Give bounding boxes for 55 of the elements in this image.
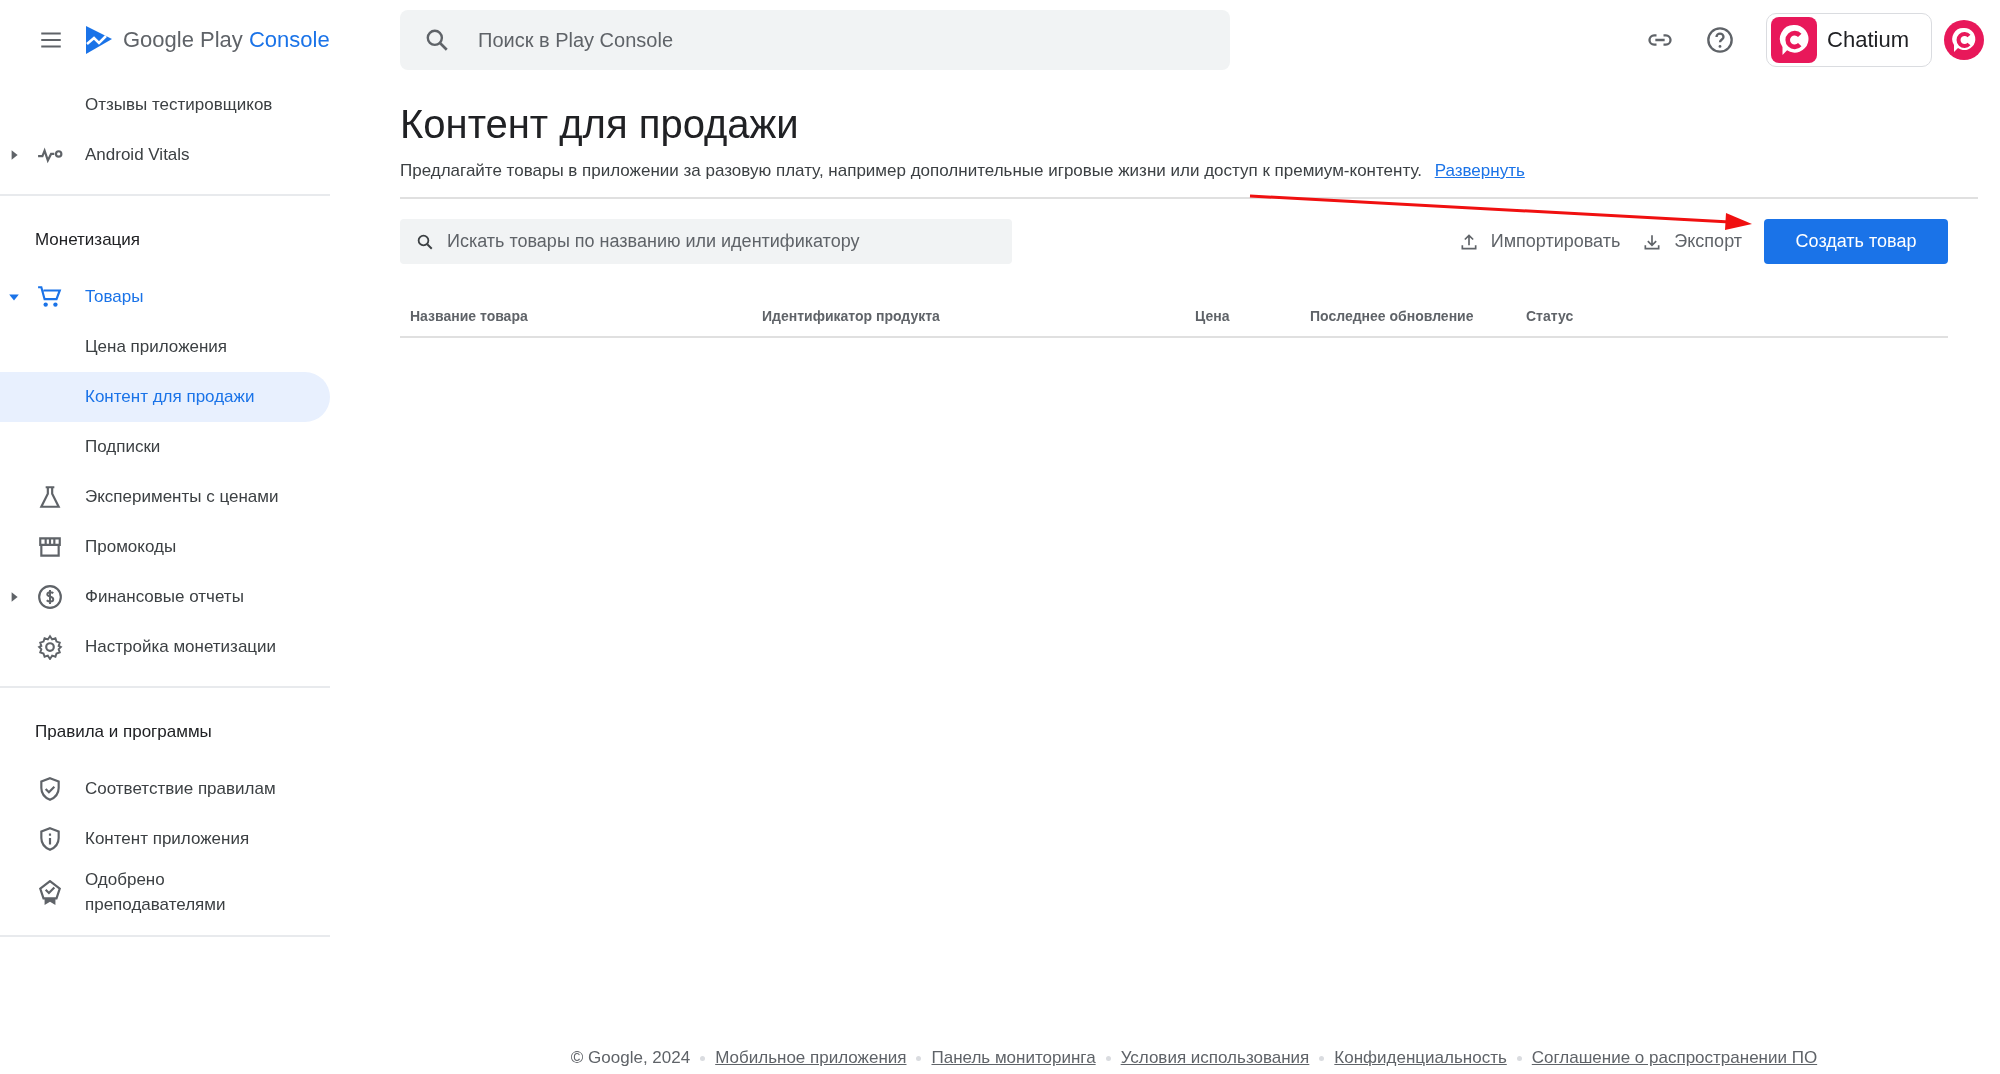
- dollar-icon: [37, 584, 63, 610]
- separator-dot: [700, 1055, 706, 1061]
- app-logo-text: Google Play Console: [123, 27, 330, 53]
- flask-icon: [37, 484, 63, 510]
- section-heading: Монетизация: [34, 229, 142, 251]
- nav-item[interactable]: Товары: [0, 272, 330, 322]
- settings-icon: [37, 634, 63, 660]
- footer-link[interactable]: Условия использования: [1120, 1048, 1310, 1068]
- footer-link[interactable]: Конфиденциальность: [1334, 1048, 1507, 1068]
- badge-check-icon: [37, 879, 63, 906]
- nav-item[interactable]: Отзывы тестировщиков: [0, 80, 330, 130]
- column-header: Цена: [1195, 308, 1231, 324]
- separator-dot: [916, 1055, 922, 1061]
- separator-dot: [1105, 1055, 1111, 1061]
- column-header: Последнее обновление: [1310, 308, 1475, 324]
- separator-dot: [1319, 1055, 1325, 1061]
- nav-item[interactable]: Финансовые отчеты: [0, 572, 330, 622]
- column-header: Идентификатор продукта: [762, 308, 941, 324]
- search-icon: [424, 27, 450, 53]
- nav-item[interactable]: Android Vitals: [0, 130, 330, 180]
- play-logo-icon: [84, 24, 114, 56]
- help-icon[interactable]: [1706, 26, 1735, 54]
- expand-link[interactable]: Развернуть: [1434, 161, 1525, 180]
- nav-item[interactable]: Контент для продажи: [0, 372, 330, 422]
- account-switcher[interactable]: Chatium: [1766, 13, 1932, 67]
- storefront-icon: [37, 534, 63, 560]
- footer-link[interactable]: Соглашение о распространении ПО: [1531, 1048, 1818, 1068]
- separator-dot: [1516, 1055, 1522, 1061]
- column-header: Статус: [1526, 308, 1575, 324]
- product-search-field[interactable]: Искать товары по названию или идентификатору: [400, 219, 1012, 264]
- cart-icon: [37, 284, 63, 310]
- nav-item[interactable]: Соответствие правилам: [0, 764, 330, 814]
- page-description: Предлагайте товары в приложении за разовую плату, например дополнительные игровые жизни или доступ к премиум-контенту. Развернуть: [400, 161, 1978, 199]
- import-button[interactable]: Импортировать: [1458, 231, 1621, 252]
- nav-item[interactable]: Цена приложения: [0, 322, 330, 372]
- search-icon: [416, 233, 434, 251]
- search-field[interactable]: Поиск в Play Console: [400, 10, 1230, 70]
- nav-item[interactable]: Одобрено преподавателями: [0, 864, 330, 922]
- page-title: Контент для продажи: [400, 102, 800, 147]
- footer-link[interactable]: Панель мониторинга: [931, 1048, 1096, 1068]
- avatar-icon[interactable]: [1944, 20, 1984, 60]
- chat-logo-icon: [1771, 17, 1818, 63]
- export-button[interactable]: Экспорт: [1642, 231, 1742, 252]
- section-heading: Правила и программы: [34, 721, 213, 743]
- footer-link[interactable]: Мобильное приложения: [715, 1048, 907, 1068]
- nav-item[interactable]: Эксперименты с ценами: [0, 472, 330, 522]
- nav-item[interactable]: Настройка монетизации: [0, 622, 330, 672]
- shield-info-icon: [37, 826, 63, 852]
- column-header: Название товара: [410, 308, 529, 324]
- create-product-button[interactable]: Создать товар: [1764, 219, 1948, 264]
- nav-item[interactable]: Подписки: [0, 422, 330, 472]
- copyright-text: © Google, 2024: [570, 1048, 691, 1068]
- nav-item[interactable]: Контент приложения: [0, 814, 330, 864]
- nav-item[interactable]: Промокоды: [0, 522, 330, 572]
- shield-check-icon: [37, 776, 63, 802]
